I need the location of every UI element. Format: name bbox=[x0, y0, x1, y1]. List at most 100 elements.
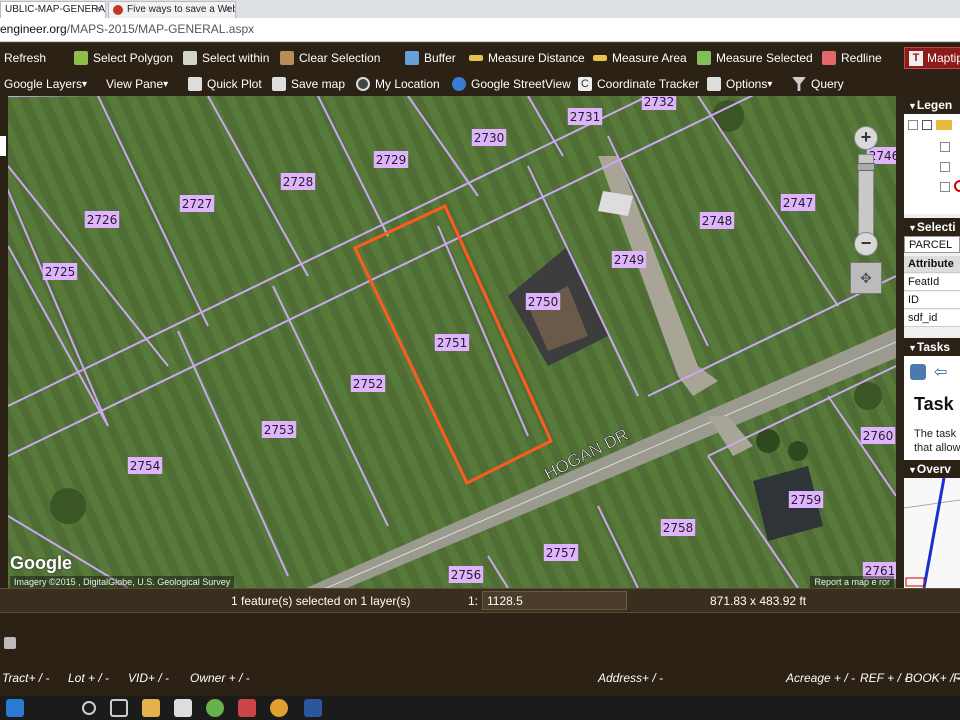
column-acreage[interactable]: Acreage + / - bbox=[786, 671, 855, 685]
browser-tab-article[interactable]: Five ways to save a Web p × bbox=[108, 1, 236, 18]
parcel-label-2751[interactable]: 2751 bbox=[434, 334, 470, 351]
location-icon bbox=[356, 77, 370, 91]
windows-start-icon[interactable] bbox=[6, 699, 24, 717]
parcel-label-2754[interactable]: 2754 bbox=[127, 457, 163, 474]
close-icon[interactable]: × bbox=[225, 2, 231, 17]
google-streetview-button[interactable]: Google StreetView bbox=[452, 72, 571, 96]
parcel-label-2727[interactable]: 2727 bbox=[179, 195, 215, 212]
select-within-button[interactable]: Select within bbox=[183, 43, 269, 72]
pan-control-icon[interactable]: ✥ bbox=[850, 262, 882, 294]
parcel-label-2757[interactable]: 2757 bbox=[543, 544, 579, 561]
symbol-icon bbox=[954, 180, 960, 192]
parcel-label-2747[interactable]: 2747 bbox=[780, 194, 816, 211]
selection-header[interactable]: Selecti bbox=[904, 218, 960, 236]
url-text[interactable]: engineer.org/MAPS-2015/MAP-GENERAL.aspx bbox=[0, 22, 254, 36]
layer-checkbox[interactable] bbox=[940, 182, 950, 192]
column-book[interactable]: BOOK+ / - bbox=[905, 671, 960, 685]
file-explorer-icon[interactable] bbox=[142, 699, 160, 717]
measure-selected-button[interactable]: Measure Selected bbox=[697, 43, 813, 72]
parcel-label-2750[interactable]: 2750 bbox=[525, 293, 561, 310]
legend-header[interactable]: Legen bbox=[904, 96, 960, 114]
maptips-button[interactable]: T Maptip bbox=[904, 47, 960, 69]
view-pane-menu[interactable]: View Pane bbox=[106, 72, 168, 96]
maptip-icon: T bbox=[909, 50, 923, 66]
collapse-handle[interactable] bbox=[0, 136, 6, 156]
parcel-label-2758[interactable]: 2758 bbox=[660, 519, 696, 536]
media-icon[interactable] bbox=[238, 699, 256, 717]
refresh-label: Refresh bbox=[4, 50, 47, 65]
scale-input[interactable]: 1128.5 bbox=[482, 591, 627, 610]
store-icon[interactable] bbox=[174, 699, 192, 717]
tasks-header[interactable]: Tasks bbox=[904, 338, 960, 356]
redline-button[interactable]: Redline bbox=[822, 43, 882, 72]
expand-icon[interactable] bbox=[908, 120, 918, 130]
parcel-label-2728[interactable]: 2728 bbox=[280, 173, 316, 190]
query-button[interactable]: Query bbox=[792, 72, 844, 96]
parcel-label-2730[interactable]: 2730 bbox=[471, 129, 507, 146]
back-arrow-icon[interactable]: ⇦ bbox=[934, 362, 947, 382]
parcel-label-text: 2728 bbox=[283, 175, 314, 189]
buffer-button[interactable]: Buffer bbox=[405, 43, 456, 72]
my-location-button[interactable]: My Location bbox=[356, 72, 440, 96]
parcel-label-text: 2726 bbox=[87, 213, 118, 227]
task-view-icon[interactable] bbox=[110, 699, 128, 717]
results-icon[interactable] bbox=[4, 637, 16, 649]
parcel-label-2729[interactable]: 2729 bbox=[373, 151, 409, 168]
map-canvas[interactable]: HOGAN DR 2725272627272728272927302731273… bbox=[8, 96, 896, 588]
refresh-button[interactable]: Refresh bbox=[4, 43, 46, 72]
zoom-out-button[interactable]: − bbox=[854, 232, 878, 256]
column-ref[interactable]: REF + / - bbox=[860, 671, 908, 685]
quick-plot-button[interactable]: Quick Plot bbox=[188, 72, 262, 96]
parcel-label-text: 2727 bbox=[182, 197, 213, 211]
google-layers-menu[interactable]: Google Layers bbox=[4, 72, 87, 96]
overview-map[interactable] bbox=[904, 477, 960, 588]
clear-selection-button[interactable]: Clear Selection bbox=[280, 43, 380, 72]
report-map-error-link[interactable]: Report a map e ror bbox=[810, 576, 894, 588]
layer-checkbox[interactable] bbox=[940, 142, 950, 152]
column-owner[interactable]: Owner + / - bbox=[190, 671, 250, 685]
coordinate-tracker-button[interactable]: C Coordinate Tracker bbox=[578, 72, 699, 96]
parcel-label-2759[interactable]: 2759 bbox=[788, 491, 824, 508]
parcel-label-2756[interactable]: 2756 bbox=[448, 566, 484, 583]
select-polygon-button[interactable]: Select Polygon bbox=[74, 43, 173, 72]
ruler-icon bbox=[593, 54, 607, 61]
close-icon[interactable]: × bbox=[95, 2, 101, 17]
parcel-label-2726[interactable]: 2726 bbox=[84, 211, 120, 228]
zoom-slider-thumb[interactable] bbox=[857, 163, 875, 171]
parcel-label-2752[interactable]: 2752 bbox=[350, 375, 386, 392]
map-view[interactable]: HOGAN DR 2725 2726 2727 2728 2729 2730 2731 273… bbox=[8, 96, 896, 588]
column-tract[interactable]: Tract+ / - bbox=[2, 671, 49, 685]
measure-area-button[interactable]: Measure Area bbox=[593, 43, 687, 72]
measure-distance-button[interactable]: Measure Distance bbox=[469, 43, 585, 72]
parcel-label-text: 2758 bbox=[663, 521, 694, 535]
overview-header[interactable]: Overv bbox=[904, 460, 960, 478]
layer-dropdown[interactable]: PARCEL bbox=[904, 236, 960, 253]
layer-checkbox[interactable] bbox=[940, 162, 950, 172]
task-title: Task bbox=[914, 394, 954, 414]
home-icon[interactable] bbox=[910, 364, 926, 380]
parcel-label-2748[interactable]: 2748 bbox=[699, 212, 735, 229]
layer-checkbox[interactable] bbox=[922, 120, 932, 130]
column-lot[interactable]: Lot + / - bbox=[68, 671, 109, 685]
parcel-label-2731[interactable]: 2731 bbox=[567, 108, 603, 125]
chrome-icon[interactable] bbox=[270, 699, 288, 717]
search-icon[interactable] bbox=[82, 701, 96, 715]
parcel-label-2725[interactable]: 2725 bbox=[42, 263, 78, 280]
app-w-icon[interactable] bbox=[206, 699, 224, 717]
column-vid[interactable]: VID+ / - bbox=[128, 671, 169, 685]
save-map-button[interactable]: Save map bbox=[272, 72, 345, 96]
column-page[interactable]: F bbox=[953, 671, 960, 685]
column-address[interactable]: Address+ / - bbox=[598, 671, 663, 685]
parcel-label-2749[interactable]: 2749 bbox=[611, 251, 647, 268]
parcel-label-text: 2748 bbox=[702, 214, 733, 228]
left-edge-handle[interactable] bbox=[0, 96, 8, 588]
address-bar[interactable]: engineer.org/MAPS-2015/MAP-GENERAL.aspx bbox=[0, 18, 960, 42]
options-menu[interactable]: Options bbox=[707, 72, 772, 96]
word-icon[interactable] bbox=[304, 699, 322, 717]
zoom-in-button[interactable]: + bbox=[854, 126, 878, 150]
parcel-label-2753[interactable]: 2753 bbox=[261, 421, 297, 438]
zoom-control[interactable]: + − ✥ bbox=[850, 126, 882, 296]
browser-tab-map[interactable]: UBLIC-MAP-GENERAL × bbox=[0, 1, 106, 18]
parcel-label-2732[interactable]: 2732 bbox=[641, 96, 677, 110]
parcel-label-2760[interactable]: 2760 bbox=[860, 427, 896, 444]
